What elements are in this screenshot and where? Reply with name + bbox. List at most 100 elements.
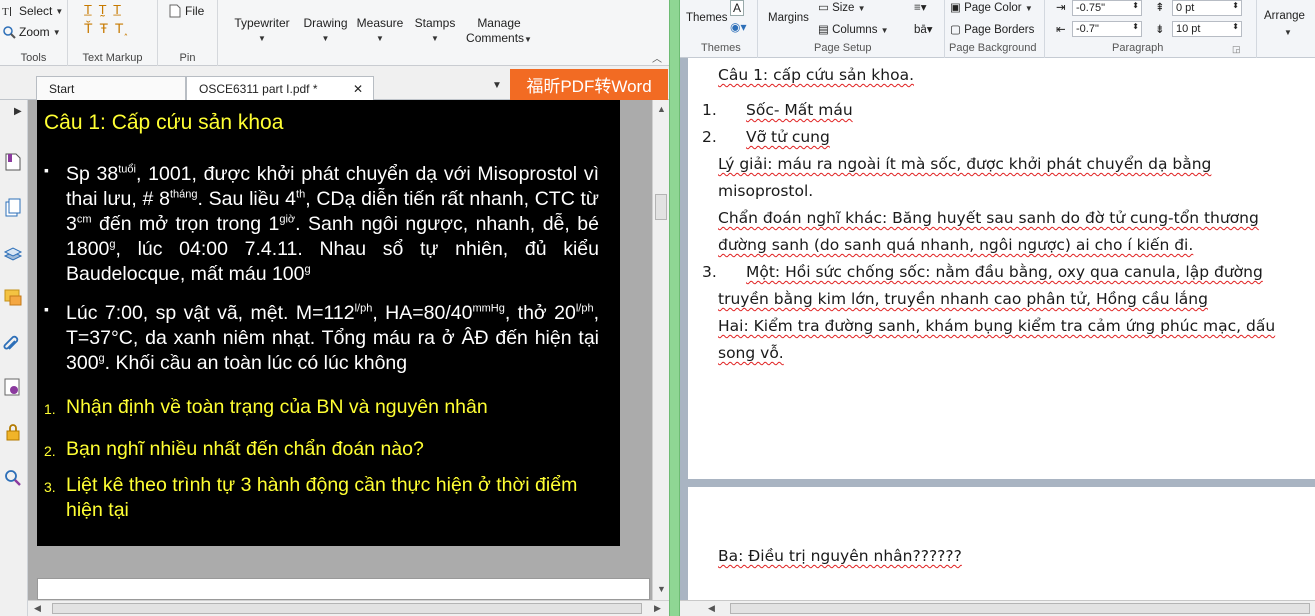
tab-document-label: OSCE6311 part I.pdf * xyxy=(199,82,318,96)
tabs-dropdown-icon[interactable]: ▼ xyxy=(492,80,502,91)
word-horizontal-scrollbar[interactable]: ◀ xyxy=(704,600,1315,616)
caret-icon: T˰ xyxy=(111,20,129,36)
measure-label: Measure xyxy=(356,16,404,30)
word-scroll-corner xyxy=(680,600,704,616)
comments-icon[interactable] xyxy=(3,288,23,308)
chevron-down-icon: ▼ xyxy=(431,34,439,43)
columns-icon: ▤ xyxy=(818,24,833,36)
scroll-up-icon[interactable]: ▲ xyxy=(657,104,666,114)
pdf-horizontal-scrollbar[interactable]: ◀ ▶ xyxy=(28,600,669,616)
file-pin-button[interactable]: File xyxy=(168,4,204,18)
hyphenation-icon[interactable]: bā▾ xyxy=(914,22,933,36)
select-button[interactable]: T Select ▼ xyxy=(2,4,63,18)
theme-effects-icon[interactable]: ◉▾ xyxy=(730,20,747,34)
markup-tools-bottom[interactable]: Ť Ŧ T˰ xyxy=(84,20,128,36)
list-number: 3. xyxy=(702,263,717,281)
indent-right-input[interactable]: -0.7" ⬍ xyxy=(1072,21,1142,37)
indent-left-input[interactable]: -0.75" ⬍ xyxy=(1072,0,1142,16)
select-label: Select xyxy=(19,4,53,18)
page-color-icon: ▣ xyxy=(950,2,965,14)
word-page-2[interactable]: Ba: Điều trị nguyên nhân?????? xyxy=(688,487,1315,600)
security-lock-icon[interactable] xyxy=(3,422,23,442)
spacing-after-input[interactable]: 10 pt ⬍ xyxy=(1172,21,1242,37)
stamps-label: Stamps xyxy=(414,16,456,30)
pdf-reader-window: T Select ▼ Zoom ▼ Tools T̲ T̰ T̲ Ť Ŧ T˰ xyxy=(0,0,680,616)
layers-icon[interactable] xyxy=(3,244,23,264)
page-borders-button[interactable]: ▢ Page Borders xyxy=(950,22,1034,36)
scroll-thumb[interactable] xyxy=(655,194,667,220)
slide-question-1: 1. Nhận định về toàn trạng của BN và ngu… xyxy=(44,395,604,420)
word-ribbon: Themes A ◉▾ Themes Margins ▭ Size ▼ ▤ Co… xyxy=(680,0,1315,58)
manage-comments-button[interactable]: Manage Comments▼ xyxy=(462,16,536,47)
search-tool-icon[interactable] xyxy=(3,468,23,488)
paragraph-dialog-launcher-icon[interactable]: ◲ xyxy=(1232,44,1241,55)
doc-line: Hai: Kiểm tra đường sanh, khám bụng kiểm… xyxy=(718,317,1276,335)
themes-group: Themes A ◉▾ Themes xyxy=(680,0,758,58)
drawing-button[interactable]: Drawing ▼ xyxy=(298,16,353,46)
group-separator xyxy=(1256,0,1257,58)
columns-button[interactable]: ▤ Columns ▼ xyxy=(818,22,889,36)
tab-document[interactable]: OSCE6311 part I.pdf * ✕ xyxy=(186,76,374,100)
scroll-thumb[interactable] xyxy=(52,603,642,614)
slide-bullet-1: ▪ Sp 38tuổi, 1001, được khởi phát chuyển… xyxy=(44,162,599,287)
doc-line: Chẩn đoán nghĩ khác: Băng huyết sau sanh… xyxy=(718,209,1259,227)
scroll-down-icon[interactable]: ▼ xyxy=(657,584,666,594)
pdf-vertical-scrollbar[interactable]: ▲ ▼ xyxy=(652,100,669,600)
doc-line: truyền bằng kim lớn, truyền nhanh cao ph… xyxy=(718,290,1208,308)
question-text: Bạn nghĩ nhiều nhất đến chẩn đoán nào? xyxy=(66,438,424,460)
ribbon-collapse-icon[interactable]: ︿ xyxy=(652,50,662,65)
measure-button[interactable]: Measure ▼ xyxy=(354,16,406,46)
pages-icon[interactable] xyxy=(3,198,23,218)
pdf-to-word-button[interactable]: 福昕PDF转Word xyxy=(510,69,668,100)
drawing-label: Drawing xyxy=(303,16,348,30)
expand-panel-icon[interactable]: ▶ xyxy=(14,106,22,117)
zoom-label: Zoom xyxy=(19,25,50,39)
tab-start[interactable]: Start xyxy=(36,76,186,100)
scroll-right-icon[interactable]: ▶ xyxy=(654,603,661,614)
page-borders-icon: ▢ xyxy=(950,24,965,36)
doc-line: Lý giải: máu ra ngoài ít mà sốc, được kh… xyxy=(718,155,1212,173)
file-label: File xyxy=(185,4,205,18)
replace-text-icon: Ŧ xyxy=(95,20,109,36)
spacing-before-input[interactable]: 0 pt ⬍ xyxy=(1172,0,1242,16)
typewriter-label: Typewriter xyxy=(234,16,290,30)
squiggly-icon: T̰ xyxy=(94,2,107,17)
size-button[interactable]: ▭ Size ▼ xyxy=(818,0,866,14)
scroll-left-icon[interactable]: ◀ xyxy=(34,603,41,614)
markup-tools-top[interactable]: T̲ T̰ T̲ xyxy=(84,2,121,17)
bookmarks-icon[interactable] xyxy=(3,152,23,172)
chevron-down-icon: ▼ xyxy=(524,35,532,44)
doc-line: misoprostol. xyxy=(718,182,814,200)
tools-group-label: Tools xyxy=(20,52,47,64)
doc-line: song vỗ. xyxy=(718,344,784,362)
underline-icon: T̲ xyxy=(109,2,122,17)
typewriter-button[interactable]: Typewriter ▼ xyxy=(228,16,296,46)
word-window: Themes A ◉▾ Themes Margins ▭ Size ▼ ▤ Co… xyxy=(680,0,1315,616)
signatures-icon[interactable] xyxy=(3,377,23,397)
themes-button[interactable]: Themes xyxy=(686,12,728,24)
margins-button[interactable]: Margins xyxy=(768,12,809,24)
group-separator xyxy=(1044,0,1045,58)
page-setup-group-label: Page Setup xyxy=(814,42,872,54)
stamps-button[interactable]: Stamps ▼ xyxy=(410,16,460,46)
theme-fonts-icon[interactable]: A xyxy=(730,0,745,16)
scroll-left-icon[interactable]: ◀ xyxy=(708,603,715,614)
close-icon[interactable]: ✕ xyxy=(353,82,363,96)
slide-question-3: 3. Liệt kê theo trình tự 3 hành động cần… xyxy=(44,473,604,523)
attachments-icon[interactable] xyxy=(3,333,23,353)
question-number: 3. xyxy=(44,479,56,495)
line-numbers-icon[interactable]: ≡▾ xyxy=(914,0,926,14)
chevron-down-icon: ▼ xyxy=(55,6,64,16)
file-icon xyxy=(168,4,182,18)
zoom-button[interactable]: Zoom ▼ xyxy=(2,25,61,39)
question-text: Nhận định về toàn trạng của BN và nguyên… xyxy=(66,396,488,418)
doc-line: Vỡ tử cung xyxy=(746,128,830,146)
scroll-thumb[interactable] xyxy=(730,603,1310,614)
page-color-button[interactable]: ▣ Page Color ▼ xyxy=(950,0,1033,14)
pdf-to-word-label: 福昕PDF转Word xyxy=(526,77,652,96)
arrange-button[interactable]: Arrange xyxy=(1264,10,1305,22)
pdf-ribbon: T Select ▼ Zoom ▼ Tools T̲ T̰ T̲ Ť Ŧ T˰ xyxy=(0,0,680,66)
window-split-divider[interactable] xyxy=(669,0,680,616)
insert-text-icon: Ť xyxy=(84,20,93,36)
word-page-1[interactable]: Câu 1: cấp cứu sản khoa. 1. Sốc- Mất máu… xyxy=(688,58,1315,479)
